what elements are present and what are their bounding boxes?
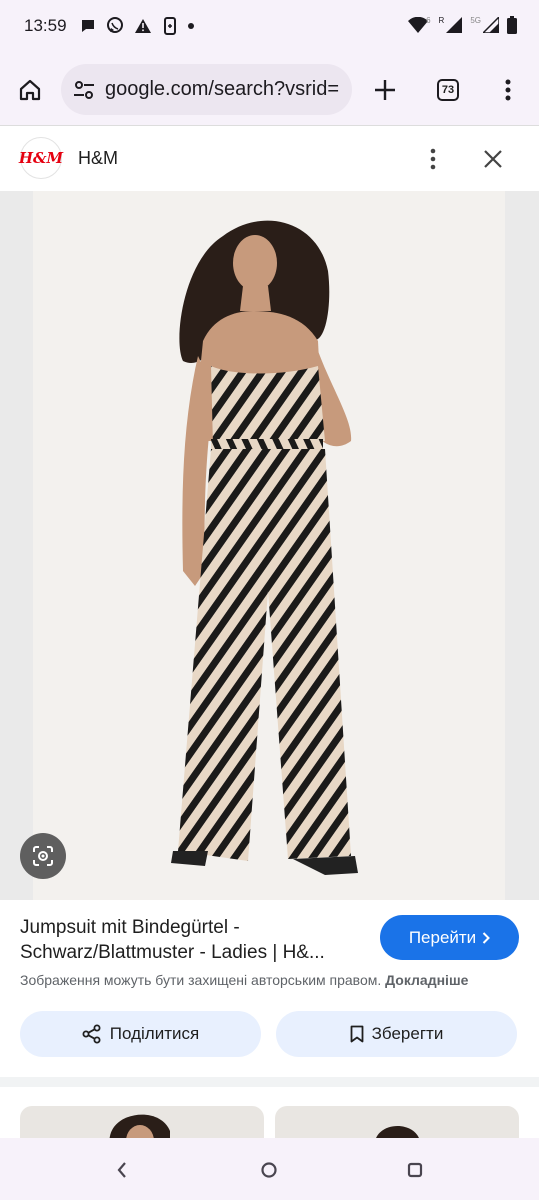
tab-switcher-button[interactable]: 73 <box>428 70 468 110</box>
back-icon <box>117 1162 126 1178</box>
share-button[interactable]: Поділитися <box>20 1011 261 1057</box>
visit-button[interactable]: Перейти <box>380 915 519 960</box>
system-icons: 6 R 5G <box>408 16 517 34</box>
network-type: 5G <box>470 15 481 25</box>
more-vert-icon <box>430 148 436 170</box>
viber-icon <box>107 17 123 33</box>
circle-home-icon <box>261 1162 277 1178</box>
notification-icons <box>80 17 194 35</box>
new-tab-button[interactable] <box>365 70 405 110</box>
share-label: Поділитися <box>109 1024 200 1043</box>
phone-sync-icon <box>164 17 176 35</box>
warning-icon <box>135 19 151 33</box>
status-time: 13:59 <box>24 16 67 35</box>
browser-toolbar: google.com/search?vsrid= 73 <box>0 56 539 126</box>
plus-icon <box>375 80 395 100</box>
signal-icon-2 <box>483 17 499 33</box>
close-icon <box>484 150 502 168</box>
system-nav-bar <box>0 1138 539 1200</box>
square-recents-icon <box>407 1162 423 1178</box>
copyright-text: Зображення можуть бути захищені авторськ… <box>20 972 382 988</box>
wifi-icon <box>408 17 429 33</box>
roaming-label: R <box>438 15 445 25</box>
result-title[interactable]: Jumpsuit mit Bindegürtel - Schwarz/Blatt… <box>20 915 360 965</box>
chat-icon <box>82 20 94 32</box>
back-button[interactable] <box>110 1158 134 1182</box>
home-nav-button[interactable] <box>257 1158 281 1182</box>
learn-more-link[interactable]: Докладніше <box>385 972 468 988</box>
section-divider <box>0 1077 539 1087</box>
save-button[interactable]: Зберегти <box>276 1011 517 1057</box>
bookmark-icon <box>350 1025 364 1043</box>
tune-icon[interactable] <box>73 80 95 100</box>
close-button[interactable] <box>480 146 506 172</box>
dot-icon <box>188 23 194 29</box>
source-header: H&M H&M <box>0 127 539 191</box>
source-menu-button[interactable] <box>422 145 444 173</box>
model-illustration <box>171 220 358 875</box>
url-text[interactable]: google.com/search?vsrid= <box>105 78 339 101</box>
chevron-right-icon <box>482 931 491 944</box>
tab-count: 73 <box>437 79 459 101</box>
save-label: Зберегти <box>371 1024 444 1043</box>
visit-label: Перейти <box>408 927 477 947</box>
more-vert-icon <box>505 79 511 101</box>
source-logo[interactable]: H&M <box>18 137 64 179</box>
status-bar: 13:59 6 R 5G <box>0 0 539 56</box>
home-button[interactable] <box>10 70 50 110</box>
browser-menu-button[interactable] <box>488 70 528 110</box>
home-icon <box>19 79 41 101</box>
signal-icon <box>446 17 463 33</box>
share-icon <box>82 1024 101 1044</box>
battery-icon <box>507 16 517 34</box>
image-preview[interactable] <box>0 191 539 900</box>
wifi-sup: 6 <box>426 15 431 25</box>
google-lens-button[interactable] <box>20 833 66 879</box>
source-name[interactable]: H&M <box>78 148 118 169</box>
logo-text: H&M <box>18 149 64 167</box>
product-photo <box>33 191 505 900</box>
copyright-notice: Зображення можуть бути захищені авторськ… <box>20 972 530 988</box>
lens-icon <box>33 846 53 866</box>
recents-button[interactable] <box>403 1158 427 1182</box>
address-bar[interactable]: google.com/search?vsrid= <box>61 64 352 115</box>
